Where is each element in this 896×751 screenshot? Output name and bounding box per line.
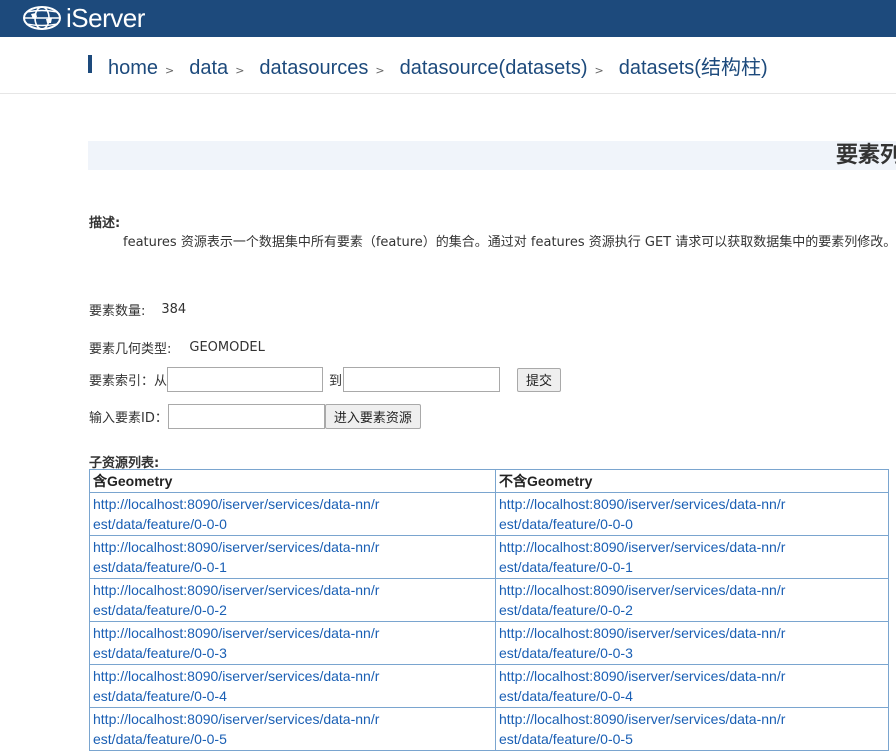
geometry-type-value: GEOMODEL [189,340,265,355]
breadcrumb-datasource-datasets[interactable]: datasource(datasets) [400,57,588,80]
table-cell: http://localhost:8090/iserver/services/d… [89,707,496,751]
table-header-row: 含Geometry 不含Geometry [89,469,889,493]
breadcrumb-datasets-current[interactable]: datasets(结构柱) [619,51,768,80]
index-to-input[interactable] [343,367,501,392]
feature-index-form: 要素索引：从 到 提交 [89,367,562,392]
feature-link-without-geometry[interactable]: http://localhost:8090/iserver/services/d… [499,666,789,706]
submit-button[interactable]: 提交 [517,367,562,392]
feature-link-without-geometry[interactable]: http://localhost:8090/iserver/services/d… [499,580,789,620]
breadcrumb-bar: home > data > datasources > datasource(d… [0,37,896,94]
table-cell: http://localhost:8090/iserver/services/d… [89,664,496,708]
feature-link-with-geometry[interactable]: http://localhost:8090/iserver/services/d… [93,494,383,534]
breadcrumb-datasources[interactable]: datasources [259,57,368,80]
title-band: 要素列 [88,141,896,170]
description-label: 描述: [89,216,121,231]
feature-link-with-geometry[interactable]: http://localhost:8090/iserver/services/d… [93,709,383,749]
breadcrumb-home[interactable]: home [108,57,158,80]
feature-count-value: 384 [161,302,187,317]
breadcrumb-separator: > [594,64,604,77]
iserver-logo[interactable]: iServer [22,3,145,33]
table-row: http://localhost:8090/iserver/services/d… [89,492,889,536]
feature-count-row: 要素数量: 384 [89,300,186,319]
globe-icon [23,6,61,30]
feature-id-input[interactable] [167,404,325,429]
table-cell: http://localhost:8090/iserver/services/d… [495,578,889,622]
geometry-type-row: 要素几何类型: GEOMODEL [89,338,265,357]
breadcrumb-marker [88,55,92,73]
table-cell: http://localhost:8090/iserver/services/d… [89,535,496,579]
top-header-bar: iServer [0,0,896,37]
geometry-type-label: 要素几何类型: [89,342,172,357]
page-title: 要素列 [836,143,896,168]
index-to-label: 到 [329,374,343,389]
feature-link-without-geometry[interactable]: http://localhost:8090/iserver/services/d… [499,494,789,534]
breadcrumb: home > data > datasources > datasource(d… [108,51,768,80]
logo-text: iServer [66,3,145,33]
table-row: http://localhost:8090/iserver/services/d… [89,621,889,665]
table-cell: http://localhost:8090/iserver/services/d… [89,578,496,622]
table-cell: http://localhost:8090/iserver/services/d… [495,621,889,665]
breadcrumb-data[interactable]: data [189,57,228,80]
table-cell: http://localhost:8090/iserver/services/d… [89,621,496,665]
description-text: features 资源表示一个数据集中所有要素（feature）的集合。通过对 … [123,235,896,250]
feature-count-label: 要素数量: [89,304,146,319]
feature-link-without-geometry[interactable]: http://localhost:8090/iserver/services/d… [499,709,789,749]
breadcrumb-separator: > [235,64,245,77]
table-row: http://localhost:8090/iserver/services/d… [89,535,889,579]
feature-link-with-geometry[interactable]: http://localhost:8090/iserver/services/d… [93,580,383,620]
table-cell: http://localhost:8090/iserver/services/d… [89,492,496,536]
breadcrumb-separator: > [165,64,175,77]
table-cell: http://localhost:8090/iserver/services/d… [495,535,889,579]
table-cell: http://localhost:8090/iserver/services/d… [495,664,889,708]
table-cell: http://localhost:8090/iserver/services/d… [495,492,889,536]
feature-link-with-geometry[interactable]: http://localhost:8090/iserver/services/d… [93,623,383,663]
header-with-geometry: 含Geometry [89,469,496,493]
child-resources-table: 含Geometry 不含Geometry http://localhost:80… [89,469,889,751]
feature-link-with-geometry[interactable]: http://localhost:8090/iserver/services/d… [93,666,383,706]
header-without-geometry: 不含Geometry [495,469,889,493]
index-from-input[interactable] [167,367,324,392]
feature-link-with-geometry[interactable]: http://localhost:8090/iserver/services/d… [93,537,383,577]
feature-index-label: 要素索引：从 [89,374,168,389]
table-row: http://localhost:8090/iserver/services/d… [89,578,889,622]
breadcrumb-separator: > [375,64,385,77]
table-cell: http://localhost:8090/iserver/services/d… [495,707,889,751]
feature-link-without-geometry[interactable]: http://localhost:8090/iserver/services/d… [499,537,789,577]
feature-id-form: 输入要素ID： 进入要素资源 [89,404,421,429]
table-row: http://localhost:8090/iserver/services/d… [89,707,889,751]
enter-feature-button[interactable]: 进入要素资源 [324,404,421,429]
feature-id-label: 输入要素ID： [89,411,168,426]
feature-link-without-geometry[interactable]: http://localhost:8090/iserver/services/d… [499,623,789,663]
table-row: http://localhost:8090/iserver/services/d… [89,664,889,708]
